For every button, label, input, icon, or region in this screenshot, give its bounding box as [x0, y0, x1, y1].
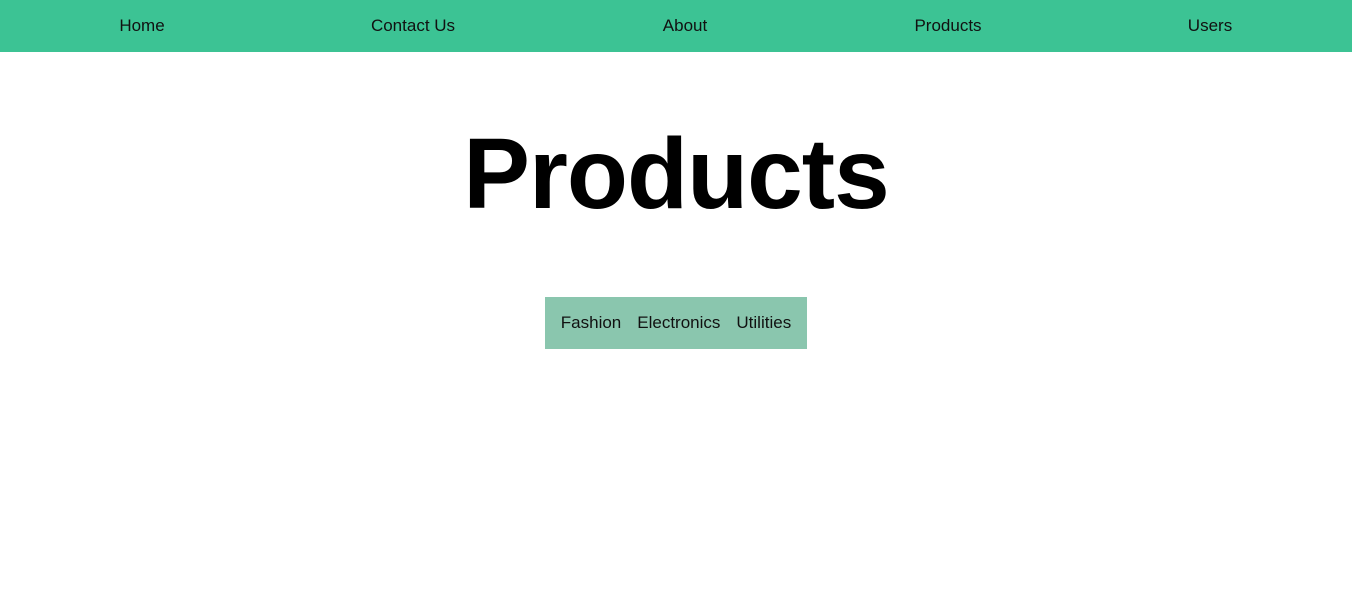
nav-link-home[interactable]: Home [119, 0, 164, 52]
category-menu: Fashion Electronics Utilities [545, 297, 807, 349]
nav-link-users[interactable]: Users [1188, 0, 1232, 52]
top-navigation-bar: Home Contact Us About Products Users [0, 0, 1352, 52]
page-title: Products [463, 118, 889, 230]
nav-link-about[interactable]: About [663, 0, 707, 52]
nav-link-contact-us[interactable]: Contact Us [371, 0, 455, 52]
category-link-utilities[interactable]: Utilities [736, 313, 791, 333]
category-link-fashion[interactable]: Fashion [561, 313, 621, 333]
category-link-electronics[interactable]: Electronics [637, 313, 720, 333]
nav-link-products[interactable]: Products [914, 0, 981, 52]
